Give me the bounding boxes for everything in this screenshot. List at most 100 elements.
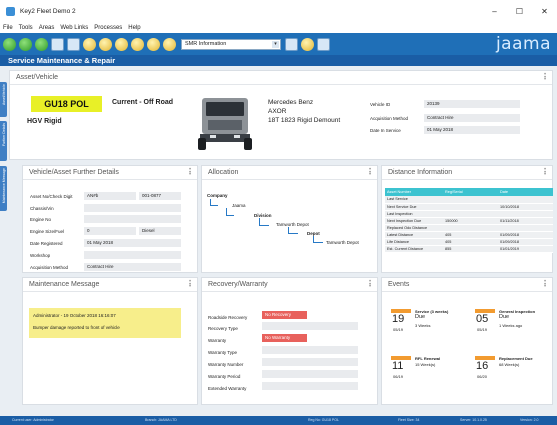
tree-node-tamworth-depot[interactable]: Tamworth Depot	[276, 222, 309, 227]
back-icon[interactable]	[3, 37, 16, 51]
table-row[interactable]: Latest Distance 405 01/09/2018	[385, 231, 553, 239]
chevron-down-icon[interactable]: ▾	[272, 40, 279, 48]
history-icon[interactable]	[115, 37, 128, 51]
tree-connector	[259, 218, 260, 225]
table-header-row: Asset Number Reg/Serial Date	[385, 188, 553, 196]
recovery-row-label: Roadside Recovery	[208, 315, 248, 320]
settings-icon[interactable]	[147, 37, 160, 51]
refresh-icon[interactable]	[35, 37, 48, 51]
table-row[interactable]: Life Distance 405 01/09/2018	[385, 238, 553, 246]
grid-icon[interactable]	[67, 37, 80, 51]
further-row-label: Asset No/Check Digit	[30, 194, 73, 199]
distance-header: Distance Information • • •	[382, 166, 552, 180]
column-header[interactable]: Date	[498, 188, 553, 196]
more-icon[interactable]: • • •	[544, 279, 547, 290]
app-window: Key2 Fleet Demo 2 – ☐ ✕ File Tools Areas…	[0, 0, 557, 425]
vehicle-model: AXOR	[268, 108, 287, 115]
more-icon[interactable]: • • •	[369, 167, 372, 178]
more-icon[interactable]: • • •	[544, 167, 547, 178]
workshop-field	[84, 251, 181, 259]
screen-selector-value: SMR Information	[185, 41, 227, 47]
folder-icon[interactable]	[99, 37, 112, 51]
truck-image	[198, 98, 252, 150]
menu-file[interactable]: File	[3, 25, 13, 31]
menu-tools[interactable]: Tools	[19, 25, 33, 31]
menu-areas[interactable]: Areas	[39, 25, 55, 31]
tree-node-division[interactable]: Division	[254, 213, 272, 218]
more-icon[interactable]: • • •	[544, 72, 547, 83]
further-row-label: Workshop	[30, 253, 51, 258]
engine-no-field	[84, 215, 181, 223]
close-button[interactable]: ✕	[532, 0, 557, 22]
tree-connector	[313, 242, 323, 243]
vtab-maintenance-message[interactable]: Maintenance Message	[0, 166, 7, 211]
check-digit-field: 001-0877	[139, 192, 181, 200]
extended-warranty-field	[262, 382, 358, 390]
fuel-field: Diesel	[139, 227, 181, 235]
column-header[interactable]: Reg/Serial	[443, 188, 498, 196]
screen-selector[interactable]: SMR Information ▾	[181, 38, 281, 50]
app-icon	[6, 6, 15, 16]
table-row[interactable]: Replaced Odo Distance	[385, 224, 553, 232]
help-icon[interactable]	[131, 37, 144, 51]
link-icon[interactable]	[317, 37, 330, 51]
tree-connector	[288, 233, 298, 234]
menu-processes[interactable]: Processes	[94, 25, 122, 31]
table-row[interactable]: Est. Current Distance 855 01/01/2019	[385, 245, 553, 253]
status-user: Current user: Administrator	[12, 418, 54, 422]
table-row[interactable]: Last Service	[385, 196, 553, 204]
tree-node-jaama[interactable]: Jaama	[232, 203, 246, 208]
event-day: 16	[476, 360, 489, 372]
vtab-asset-vehicle[interactable]: Asset/Vehicle	[0, 82, 7, 117]
maximize-button[interactable]: ☐	[507, 0, 532, 22]
vehicle-id-label: Vehicle ID	[370, 102, 391, 107]
event-title[interactable]: RFL Renewal	[415, 356, 440, 361]
event-subtext: 3 Weeks	[415, 323, 431, 328]
vehicle-id-field: 20139	[424, 100, 520, 108]
page-header: Service Maintenance & Repair	[0, 55, 557, 66]
column-header[interactable]: Asset Number	[385, 188, 443, 196]
acquisition-label: Acquisition Method	[370, 116, 409, 121]
event-subtext: 1 Weeks ago	[499, 323, 523, 328]
maintenance-text: Bumper damage reported to front of vehic…	[33, 325, 120, 330]
table-row[interactable]: Next Inspection Due 150000 01/11/2018	[385, 217, 553, 225]
table-row[interactable]: Next Service Due 10/10/2018	[385, 203, 553, 211]
warranty-period-field	[262, 370, 358, 378]
vtab-further-details[interactable]: Further Details	[0, 121, 7, 161]
forward-icon[interactable]	[19, 37, 32, 51]
tree-node-tamworth-depot-leaf[interactable]: Tamworth Depot	[326, 240, 359, 245]
apply-icon[interactable]	[285, 37, 298, 51]
status-bar: Current user: Administrator Branch: JAAM…	[0, 416, 557, 425]
info-icon[interactable]	[83, 37, 96, 51]
minimize-button[interactable]: –	[482, 0, 507, 22]
more-icon[interactable]: • • •	[189, 279, 192, 290]
vehicle-type: HGV Rigid	[27, 118, 62, 125]
tree-node-company[interactable]: Company	[207, 193, 228, 198]
date-registered-field: 01 May 2018	[84, 239, 181, 247]
further-details-header: Vehicle/Asset Further Details • • •	[23, 166, 197, 180]
maintenance-title: Maintenance Message	[29, 281, 100, 288]
table-row[interactable]: Last Inspection	[385, 210, 553, 218]
more-icon[interactable]: • • •	[369, 279, 372, 290]
event-subtext: 15 Week(s)	[415, 362, 436, 367]
chart-icon[interactable]	[51, 37, 64, 51]
vehicle-make: Mercedes Benz	[268, 99, 314, 106]
home-icon[interactable]	[163, 37, 176, 51]
recovery-row-label: Warranty Period	[208, 374, 241, 379]
search-icon[interactable]	[301, 37, 314, 51]
menu-web-links[interactable]: Web Links	[60, 25, 88, 31]
further-row-label: Date Registered	[30, 241, 63, 246]
event-day: 11	[392, 360, 404, 372]
status-version: Version: 2.0	[520, 418, 539, 422]
further-row-label: Engine Size/Fuel	[30, 229, 65, 234]
maintenance-header: Maintenance Message • • •	[23, 278, 197, 292]
tree-connector	[226, 208, 227, 215]
menu-help[interactable]: Help	[128, 25, 140, 31]
further-row-label: Engine No	[30, 217, 52, 222]
more-icon[interactable]: • • •	[189, 167, 192, 178]
date-in-service-field: 01 May 2018	[424, 126, 520, 134]
status-branch: Branch: JAAMA LTD	[145, 418, 177, 422]
event-title[interactable]: Replacement Due	[499, 356, 533, 361]
status-fleet-size: Fleet Size: 34	[398, 418, 420, 422]
recovery-row-label: Extended Warranty	[208, 386, 247, 391]
